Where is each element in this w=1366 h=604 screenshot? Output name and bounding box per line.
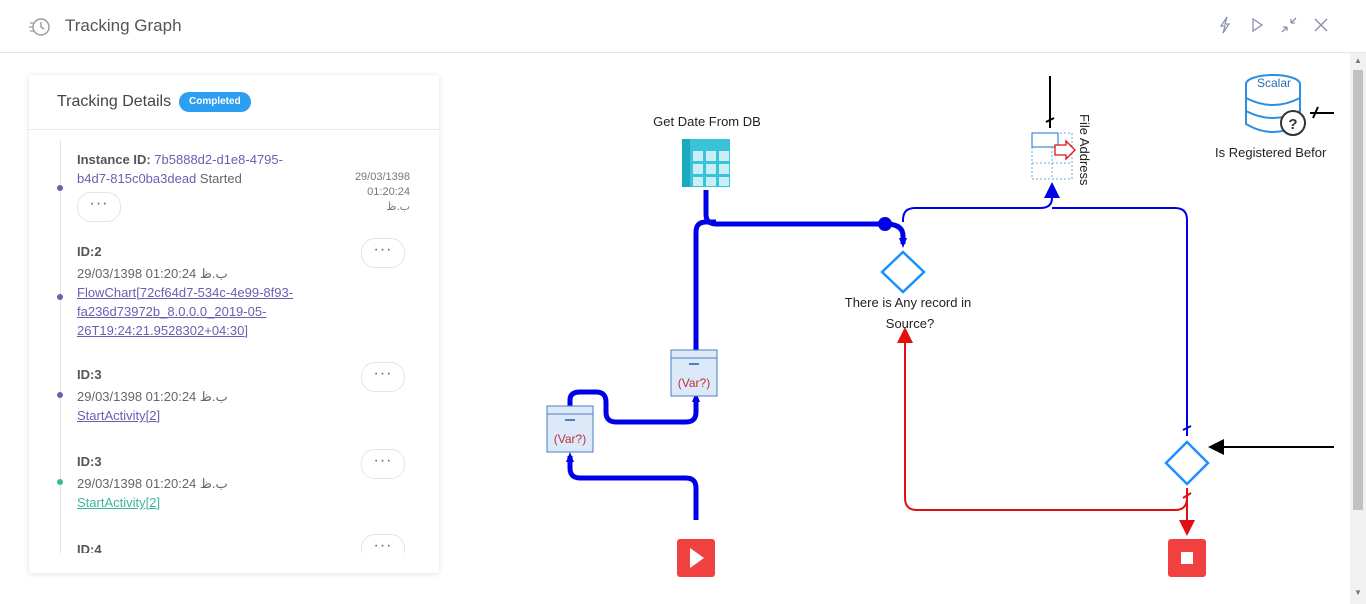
edge-red-loop xyxy=(897,327,1188,511)
more-button[interactable]: ··· xyxy=(361,449,405,479)
window-header: Tracking Graph xyxy=(0,0,1366,53)
variable-label: (Var?) xyxy=(554,432,586,446)
scalar-label: Is Registered Befor xyxy=(1215,145,1327,160)
stop-node[interactable] xyxy=(1168,539,1206,577)
panel-header: Tracking Details Completed xyxy=(29,75,439,130)
edge-arrowheads xyxy=(566,238,907,462)
flowchart-link-line3[interactable]: 26T19:24:21.9528302+04:30] xyxy=(77,321,417,340)
more-button[interactable]: ··· xyxy=(361,238,405,268)
more-button[interactable]: ··· xyxy=(361,362,405,392)
edge-start-to-var1 xyxy=(567,456,699,520)
variable-node-2[interactable]: (Var?) xyxy=(670,349,718,397)
close-icon[interactable] xyxy=(1311,15,1331,35)
edge-decision-to-file xyxy=(902,182,1060,222)
scrollbar-thumb[interactable] xyxy=(1353,70,1363,510)
lightning-icon[interactable] xyxy=(1215,15,1235,35)
tracking-graph-icon xyxy=(29,18,50,36)
flowchart-link-line2[interactable]: fa236d73972b_8.0.0.0_2019-05- xyxy=(77,302,417,321)
more-button[interactable]: ··· xyxy=(77,192,121,222)
flowchart-link-line1[interactable]: FlowChart[72cf64d7-534c-4e99-8f93- xyxy=(77,283,417,302)
file-address-node[interactable] xyxy=(1031,132,1076,180)
timeline-line xyxy=(60,140,61,553)
instance-date: 29/03/1398 01:20:24 ب.ظ xyxy=(352,170,410,215)
timeline-dot xyxy=(57,185,63,191)
edge-var2-to-db xyxy=(693,219,716,350)
entry-datetime: 29/03/1398 01:20:24 ب.ظ xyxy=(77,389,228,404)
scroll-up-icon[interactable]: ▲ xyxy=(1352,56,1364,68)
scroll-down-icon[interactable]: ▼ xyxy=(1352,588,1364,600)
variable-node-1[interactable]: (Var?) xyxy=(546,405,594,453)
instance-date-value: 29/03/1398 xyxy=(354,171,410,183)
start-activity-link[interactable]: StartActivity[2] xyxy=(77,493,417,512)
more-button[interactable]: ··· xyxy=(361,534,405,553)
get-date-label: Get Date From DB xyxy=(653,114,761,129)
instance-prefix: Instance ID: xyxy=(77,152,155,167)
scalar-database-node[interactable]: Scalar ? xyxy=(1245,74,1306,136)
timeline-dot xyxy=(57,479,63,485)
variable-label: (Var?) xyxy=(678,376,710,390)
edge-file-to-decision2 xyxy=(1052,207,1188,436)
start-node[interactable] xyxy=(677,539,715,577)
decision-node-1[interactable] xyxy=(880,250,926,294)
entry-datetime: 29/03/1398 01:20:24 ب.ظ xyxy=(77,476,228,491)
decision-node-2[interactable] xyxy=(1164,440,1210,486)
timeline-dot xyxy=(57,294,63,300)
start-activity-link[interactable]: StartActivity[2] xyxy=(77,406,417,425)
question-icon: ? xyxy=(1288,116,1297,133)
scalar-text: Scalar xyxy=(1257,76,1291,90)
tracking-details-panel: Tracking Details Completed Instance ID: … xyxy=(29,75,439,573)
page-title: Tracking Graph xyxy=(65,16,182,35)
tracking-graph-canvas[interactable]: (Var?) (Var?) Get Date From DB File Addr… xyxy=(440,53,1350,604)
junction-dot xyxy=(878,217,892,231)
timeline-dot xyxy=(57,392,63,398)
entry-datetime: 29/03/1398 01:20:24 ب.ظ xyxy=(77,266,228,281)
minimize-icon[interactable] xyxy=(1279,15,1299,35)
edge-db-to-decision xyxy=(703,190,906,244)
instance-status: Started xyxy=(196,171,242,186)
get-date-table-node[interactable] xyxy=(682,139,730,187)
panel-title: Tracking Details xyxy=(57,93,172,110)
main-flow-edges xyxy=(567,190,906,520)
file-address-label: File Address xyxy=(1077,114,1092,186)
instance-id-part1: 7b5888d2-d1e8-4795- xyxy=(154,152,283,167)
decision-label-line1: There is Any record in xyxy=(845,295,971,310)
decision-label-line2: Source? xyxy=(886,316,934,331)
tracking-timeline[interactable]: Instance ID: 7b5888d2-d1e8-4795- b4d7-81… xyxy=(29,130,439,553)
status-badge: Completed xyxy=(179,92,251,112)
instance-id-part2: b4d7-815c0ba3dead xyxy=(77,171,197,186)
play-icon[interactable] xyxy=(1247,15,1267,35)
instance-time-value: 01:20:24 ب.ظ xyxy=(367,186,410,213)
